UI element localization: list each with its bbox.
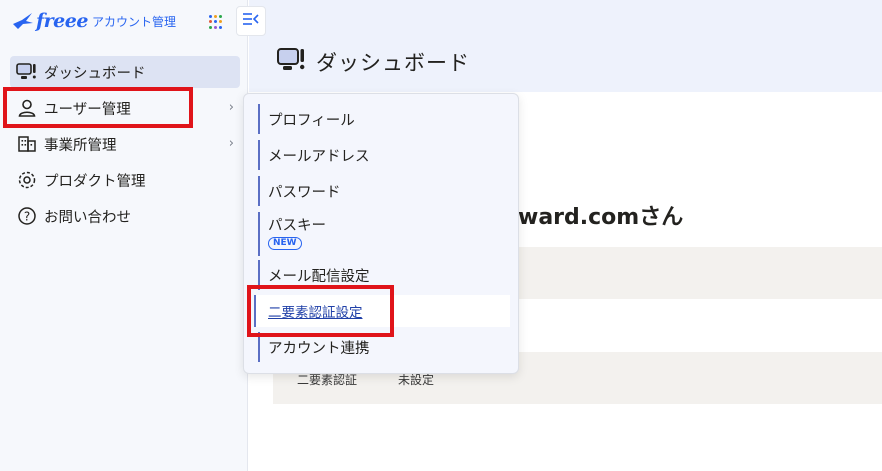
collapse-sidebar-button[interactable] xyxy=(236,6,266,36)
page-title: ダッシュボード xyxy=(316,51,470,75)
chevron-right-icon: › xyxy=(228,100,234,115)
sidebar-item-contact[interactable]: ? お問い合わせ xyxy=(10,200,240,232)
building-icon xyxy=(16,133,38,155)
page-title-area: ダッシュボード xyxy=(276,46,470,78)
sidebar-item-product-management[interactable]: プロダクト管理 xyxy=(10,164,240,196)
sidebar-item-label: お問い合わせ xyxy=(44,209,131,226)
sidebar-item-dashboard[interactable]: ダッシュボード xyxy=(10,56,240,88)
submenu-item-email[interactable]: メールアドレス xyxy=(258,140,510,170)
highlight-box-user-management xyxy=(3,87,193,128)
greeting-text: ward.comさん xyxy=(518,205,684,230)
sidebar-item-label: 事業所管理 xyxy=(44,137,117,154)
question-icon: ? xyxy=(16,205,38,227)
submenu-item-passkey[interactable]: パスキー NEW xyxy=(258,212,510,256)
submenu-item-label: メール配信設定 xyxy=(268,268,370,285)
chevron-right-icon: › xyxy=(228,136,234,151)
sidebar-item-office-management[interactable]: 事業所管理 › xyxy=(10,128,240,160)
sidebar-item-label: ダッシュボード xyxy=(44,65,146,82)
submenu-item-label: パスワード xyxy=(268,184,341,201)
dashboard-icon xyxy=(16,61,38,83)
brand-name: freee xyxy=(36,10,88,32)
dashboard-icon xyxy=(276,46,306,78)
submenu-item-label: パスキー xyxy=(268,218,326,234)
product-gear-icon xyxy=(16,169,38,191)
collapse-sidebar-icon xyxy=(242,12,260,30)
submenu-item-password[interactable]: パスワード xyxy=(258,176,510,206)
svg-text:?: ? xyxy=(24,210,30,224)
freee-bird-icon xyxy=(12,11,34,31)
sidebar: freee アカウント管理 ダッシュボード ユーザー管理 › 事業所管理 › プ… xyxy=(0,0,248,471)
freee-logo[interactable]: freee アカウント管理 xyxy=(12,8,176,34)
submenu-item-label: アカウント連携 xyxy=(268,340,370,357)
submenu-item-label: メールアドレス xyxy=(268,148,370,165)
highlight-box-two-factor xyxy=(247,285,394,337)
sidebar-item-label: プロダクト管理 xyxy=(44,173,146,190)
apps-grid-icon[interactable] xyxy=(206,12,226,32)
new-badge: NEW xyxy=(268,237,302,250)
submenu-item-label: プロフィール xyxy=(268,112,355,129)
submenu-item-profile[interactable]: プロフィール xyxy=(258,104,510,134)
product-name: アカウント管理 xyxy=(91,14,176,29)
